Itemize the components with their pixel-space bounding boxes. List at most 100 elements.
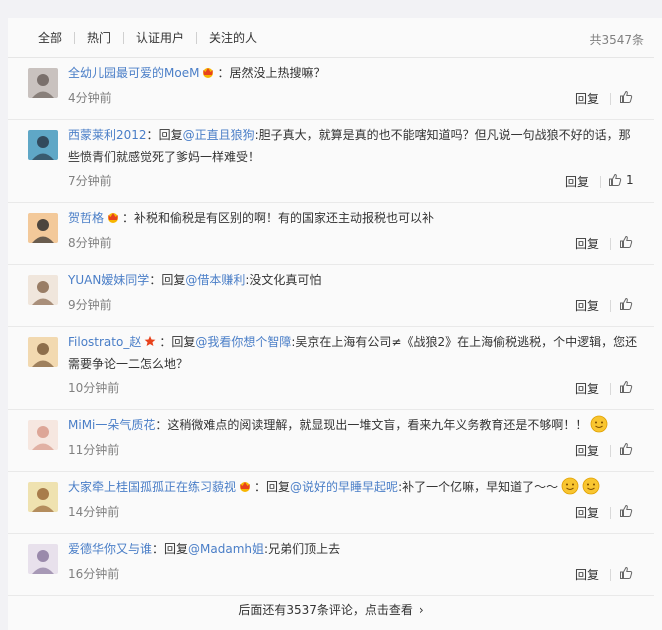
comment-text: Filostrato_赵 ：回复@我看你想个智障:吴京在上海有公司≠《战狼2》在上…	[68, 331, 640, 375]
comment-time: 7分钟前	[68, 174, 112, 188]
comment-body: 这稍微难点的阅读理解，就显现出一堆文盲，看来九年义务教育还是不够啊！！	[167, 418, 588, 432]
comment-item: YUAN嫒妹同学：回复@借本赚利:没文化真可怕 9分钟前 回复	[8, 265, 654, 327]
emoji-icon	[582, 477, 600, 495]
comment-text: 爱德华你又与谁：回复@Madamh姐:兄弟们顶上去	[68, 538, 640, 560]
load-more-label: 后面还有3537条评论，点击查看	[238, 603, 413, 617]
comment-time: 8分钟前	[68, 236, 112, 250]
action-divider	[610, 569, 611, 581]
action-divider	[610, 93, 611, 105]
username-link[interactable]: 西蒙莱利2012	[68, 128, 147, 142]
avatar[interactable]	[28, 68, 58, 98]
avatar[interactable]	[28, 544, 58, 574]
emoji-icon	[591, 415, 608, 433]
filter-tabs: 全部 热门 认证用户 关注的人 共3547条	[8, 18, 654, 58]
colon: ：	[152, 542, 165, 556]
comment-text: 西蒙莱利2012：回复@正直且狼狗:胆子真大，就算是真的也不能嗐知道吗？但凡说一…	[68, 124, 640, 168]
thumbs-up-icon	[609, 173, 622, 186]
comment-body: :兄弟们顶上去	[264, 542, 341, 556]
reply-prefix: 回复	[164, 542, 189, 556]
avatar[interactable]	[28, 337, 58, 367]
username-link[interactable]: YUAN嫒妹同学	[68, 273, 149, 287]
colon: ：	[159, 335, 172, 349]
reply-button[interactable]: 回复	[575, 442, 599, 459]
comment-time: 4分钟前	[68, 91, 112, 105]
tab-all[interactable]: 全部	[38, 29, 62, 46]
like-button[interactable]	[619, 380, 633, 394]
tab-following[interactable]: 关注的人	[209, 29, 257, 46]
avatar[interactable]	[28, 482, 58, 512]
tab-hot[interactable]: 热门	[87, 29, 111, 46]
reply-prefix: 回复	[161, 273, 186, 287]
comment-item: 爱德华你又与谁：回复@Madamh姐:兄弟们顶上去 16分钟前 回复	[8, 534, 654, 596]
avatar[interactable]	[28, 130, 58, 160]
mention-link[interactable]: @说好的早睡早起呢	[290, 480, 398, 494]
comment-item: 大家牵上桂国孤孤正在练习藐视 ： 回复 @说好的早睡早起呢:补了一个亿嘛，早知道了～～…	[8, 472, 654, 534]
colon: ：	[155, 418, 168, 432]
load-more-link[interactable]: 后面还有3537条评论，点击查看 ›	[8, 594, 654, 626]
reply-button[interactable]: 回复	[575, 566, 599, 583]
thumbs-up-icon	[620, 380, 633, 393]
colon: ：	[217, 66, 230, 80]
avatar[interactable]	[28, 420, 58, 450]
reply-button[interactable]: 回复	[575, 380, 599, 397]
tab-verified[interactable]: 认证用户	[136, 29, 184, 46]
reply-button[interactable]: 回复	[565, 173, 589, 190]
tab-divider	[196, 31, 198, 44]
comment-body: :没文化真可怕	[245, 273, 322, 287]
comment-item: 全幼儿园最可爱的MoeM ：居然没上热搜嘛？ 4分钟前 回复	[8, 58, 654, 120]
username-link[interactable]: 爱德华你又与谁	[68, 542, 152, 556]
comment-item: MiMi一朵气质花：这稍微难点的阅读理解，就显现出一堆文盲，看来九年义务教育还是…	[8, 410, 654, 472]
comment-total: 共3547条	[589, 33, 644, 47]
like-button[interactable]	[619, 504, 633, 518]
action-divider	[610, 383, 611, 395]
comment-body: 补税和偷税是有区别的啊！有的国家还主动报税也可以补	[134, 211, 435, 225]
comment-time: 16分钟前	[68, 567, 120, 581]
thumbs-up-icon	[620, 566, 633, 579]
thumbs-up-icon	[620, 442, 633, 455]
like-button[interactable]	[619, 566, 633, 580]
comment-time: 11分钟前	[68, 443, 120, 457]
action-divider	[600, 176, 601, 188]
comment-body: :补了一个亿嘛，早知道了～～	[398, 480, 559, 494]
reply-button[interactable]: 回复	[575, 297, 599, 314]
username-link[interactable]: 大家牵上桂国孤孤正在练习藐视	[68, 480, 236, 494]
like-button[interactable]	[619, 90, 633, 104]
action-divider	[610, 507, 611, 519]
like-button[interactable]: 1	[608, 173, 634, 187]
reply-button[interactable]: 回复	[575, 235, 599, 252]
like-button[interactable]	[619, 235, 633, 249]
mention-link[interactable]: @正直且狼狗	[183, 128, 255, 142]
like-button[interactable]	[619, 442, 633, 456]
emoji-icon	[561, 477, 579, 495]
like-button[interactable]	[619, 297, 633, 311]
like-count: 1	[626, 173, 634, 187]
crown-badge-icon	[108, 213, 119, 223]
reply-button[interactable]: 回复	[575, 504, 599, 521]
comment-panel: 全部 热门 认证用户 关注的人 共3547条 全幼儿园最可爱的MoeM ：居然没上…	[8, 18, 662, 630]
avatar[interactable]	[28, 275, 58, 305]
username-link[interactable]: MiMi一朵气质花	[68, 418, 155, 432]
colon: ：	[122, 211, 135, 225]
reply-prefix: 回复	[158, 128, 183, 142]
crown-badge-icon	[240, 482, 251, 492]
comment-text: MiMi一朵气质花：这稍微难点的阅读理解，就显现出一堆文盲，看来九年义务教育还是…	[68, 414, 640, 436]
chevron-right-icon: ›	[418, 603, 424, 617]
mention-link[interactable]: @Madamh姐	[188, 542, 264, 556]
thumbs-up-icon	[620, 235, 633, 248]
thumbs-up-icon	[620, 90, 633, 103]
mention-link[interactable]: @借本赚利	[185, 273, 245, 287]
reply-prefix: 回复	[171, 335, 196, 349]
tab-divider	[123, 31, 125, 44]
username-link[interactable]: Filostrato_赵	[68, 335, 141, 349]
colon: ：	[254, 480, 267, 494]
mention-link[interactable]: @我看你想个智障	[195, 335, 291, 349]
comment-text: 贺哲格 ：补税和偷税是有区别的啊！有的国家还主动报税也可以补	[68, 207, 640, 229]
thumbs-up-icon	[620, 297, 633, 310]
avatar[interactable]	[28, 213, 58, 243]
action-divider	[610, 238, 611, 250]
thumbs-up-icon	[620, 504, 633, 517]
reply-button[interactable]: 回复	[575, 90, 599, 107]
username-link[interactable]: 全幼儿园最可爱的MoeM	[68, 66, 199, 80]
colon: ：	[146, 128, 159, 142]
username-link[interactable]: 贺哲格	[68, 211, 104, 225]
